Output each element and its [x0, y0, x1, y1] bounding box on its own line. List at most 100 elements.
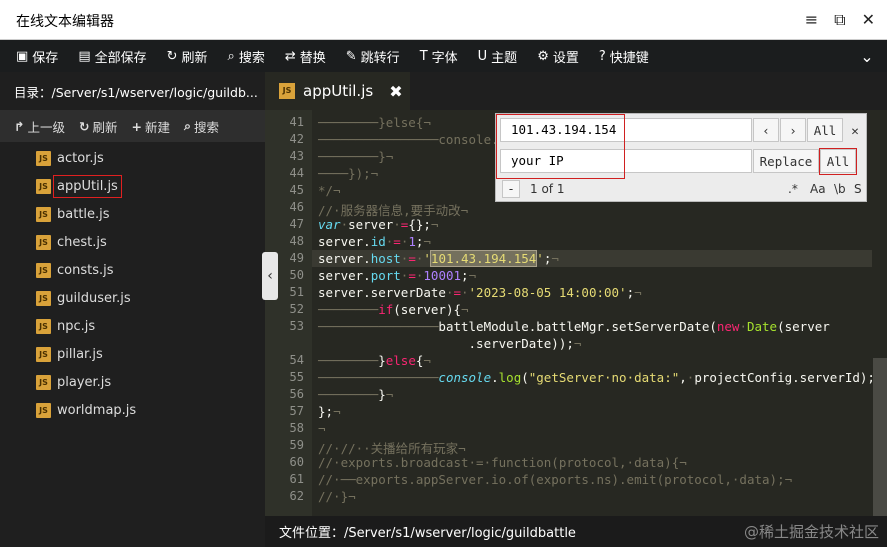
shortcuts-button[interactable]: ? 快捷键 — [589, 40, 659, 72]
code-line: //·}¬ — [318, 489, 356, 504]
code-line: ────────}¬ — [318, 387, 394, 402]
list-item-active[interactable]: JS appUtil.js — [0, 172, 265, 200]
window-title: 在线文本编辑器 — [16, 14, 114, 30]
in-selection-toggle[interactable]: S — [854, 180, 862, 198]
line-number: 44 — [289, 166, 304, 180]
line-number: 52 — [289, 302, 304, 316]
list-item[interactable]: JS npc.js — [0, 312, 265, 340]
code-line: ────────────────console.log — [318, 132, 522, 147]
close-icon[interactable]: ✕ — [862, 10, 875, 30]
js-file-icon: JS — [36, 150, 51, 166]
save-button[interactable]: ▣ 保存 — [6, 40, 68, 72]
line-number: 55 — [289, 370, 304, 384]
save-label: 保存 — [32, 50, 59, 66]
chevron-down-icon[interactable]: ⌄ — [847, 40, 887, 72]
line-number: 41 — [289, 115, 304, 129]
file-name: guilduser.js — [57, 290, 131, 306]
chevron-left-icon: ‹ — [267, 268, 273, 284]
list-item[interactable]: JS consts.js — [0, 256, 265, 284]
menu-icon[interactable]: ≡ — [805, 10, 818, 30]
line-number: 53 — [289, 319, 304, 333]
theme-label: 主题 — [491, 50, 518, 66]
new-file-button[interactable]: + 新建 — [132, 117, 171, 136]
search-label: 搜索 — [238, 50, 265, 66]
collapse-sidebar-button[interactable]: ‹ — [262, 252, 278, 300]
theme-button[interactable]: U 主题 — [468, 40, 528, 72]
close-search-icon[interactable]: ✕ — [846, 118, 864, 142]
js-file-icon: JS — [36, 290, 51, 306]
js-file-icon: JS — [36, 206, 51, 222]
code-line: server.host·=·'101.43.194.154';¬ — [318, 250, 559, 267]
file-name: npc.js — [57, 318, 96, 334]
replace-label: 替换 — [299, 50, 326, 66]
title-bar: 在线文本编辑器 ≡ ⧉ ✕ — [0, 0, 887, 40]
file-name: worldmap.js — [57, 402, 137, 418]
save-all-icon: ▤ — [78, 48, 91, 64]
replace-button[interactable]: ⇄ 替换 — [275, 40, 336, 72]
code-line: };¬ — [318, 404, 341, 419]
save-all-button[interactable]: ▤ 全部保存 — [68, 40, 156, 72]
list-item[interactable]: JS guilduser.js — [0, 284, 265, 312]
regex-toggle[interactable]: .* — [788, 180, 798, 198]
js-file-icon: JS — [279, 83, 295, 99]
file-name: battle.js — [57, 206, 110, 222]
line-number: 61 — [289, 472, 304, 486]
up-level-icon: ↱ — [14, 118, 25, 134]
tab-label: appUtil.js — [303, 82, 374, 100]
goto-line-label: 跳转行 — [360, 50, 400, 66]
annotation-box — [819, 148, 857, 175]
list-item[interactable]: JS battle.js — [0, 200, 265, 228]
up-level-button[interactable]: ↱ 上一级 — [14, 117, 65, 136]
save-all-label: 全部保存 — [94, 50, 147, 66]
file-name: pillar.js — [57, 346, 103, 362]
shortcuts-label: 快捷键 — [609, 50, 649, 66]
main-toolbar: ▣ 保存 ▤ 全部保存 ↻ 刷新 ⌕ 搜索 ⇄ 替换 ✎ 跳转行 T 字体 U 主题 ⚙ 设置 ?… — [0, 40, 887, 72]
toggle-replace-button[interactable]: - — [502, 180, 520, 198]
sidebar-search-button[interactable]: ⌕ 搜索 — [184, 117, 219, 136]
line-number: 59 — [289, 438, 304, 452]
annotation-box — [496, 114, 625, 179]
sidebar-refresh-button[interactable]: ↻ 刷新 — [79, 117, 118, 136]
code-line: var·server·={};¬ — [318, 217, 439, 232]
tab-apputil[interactable]: JS appUtil.js ✖ — [265, 72, 410, 110]
case-sensitive-toggle[interactable]: Aa — [810, 180, 826, 198]
settings-button[interactable]: ⚙ 设置 — [527, 40, 589, 72]
refresh-button[interactable]: ↻ 刷新 — [157, 40, 218, 72]
file-location: 文件位置：/Server/s1/wserver/logic/guildbattl… — [279, 526, 576, 541]
sidebar-refresh-label: 刷新 — [92, 119, 118, 135]
list-item[interactable]: JS worldmap.js — [0, 396, 265, 424]
js-file-icon: JS — [36, 262, 51, 278]
list-item[interactable]: JS player.js — [0, 368, 265, 396]
font-button[interactable]: T 字体 — [410, 40, 468, 72]
code-line: ────────if(server){¬ — [318, 302, 469, 317]
search-icon: ⌕ — [227, 48, 235, 64]
js-file-icon: JS — [36, 374, 51, 390]
goto-line-button[interactable]: ✎ 跳转行 — [336, 40, 410, 72]
close-tab-icon[interactable]: ✖ — [389, 82, 402, 101]
editor-scrollbar[interactable] — [873, 358, 887, 516]
whole-word-toggle[interactable]: \b — [834, 180, 846, 198]
find-all-button[interactable]: All — [807, 118, 843, 142]
find-prev-button[interactable]: ‹ — [753, 118, 779, 142]
file-name: consts.js — [57, 262, 114, 278]
list-item[interactable]: JS pillar.js — [0, 340, 265, 368]
find-next-button[interactable]: › — [780, 118, 806, 142]
refresh-icon: ↻ — [166, 48, 178, 64]
js-file-icon: JS — [36, 402, 51, 418]
replace-icon: ⇄ — [284, 48, 296, 64]
code-line: ────────}else{¬ — [318, 115, 431, 130]
list-item[interactable]: JS actor.js — [0, 144, 265, 172]
search-button[interactable]: ⌕ 搜索 — [218, 40, 275, 72]
restore-icon[interactable]: ⧉ — [834, 10, 845, 30]
code-line: */¬ — [318, 183, 341, 198]
js-file-icon: JS — [36, 178, 51, 194]
list-item[interactable]: JS chest.js — [0, 228, 265, 256]
directory-path: 目录：/Server/s1/wserver/logic/guildb... — [0, 72, 265, 110]
code-line: //·──exports.appServer.io.of(exports.ns)… — [318, 472, 793, 487]
file-name: actor.js — [57, 150, 104, 166]
match-count: 1 of 1 — [530, 182, 565, 196]
code-line: ────────────────battleModule.battleMgr.s… — [318, 319, 830, 334]
settings-icon: ⚙ — [537, 48, 549, 64]
code-line: ────────}else{¬ — [318, 353, 431, 368]
replace-button[interactable]: Replace — [753, 149, 819, 173]
